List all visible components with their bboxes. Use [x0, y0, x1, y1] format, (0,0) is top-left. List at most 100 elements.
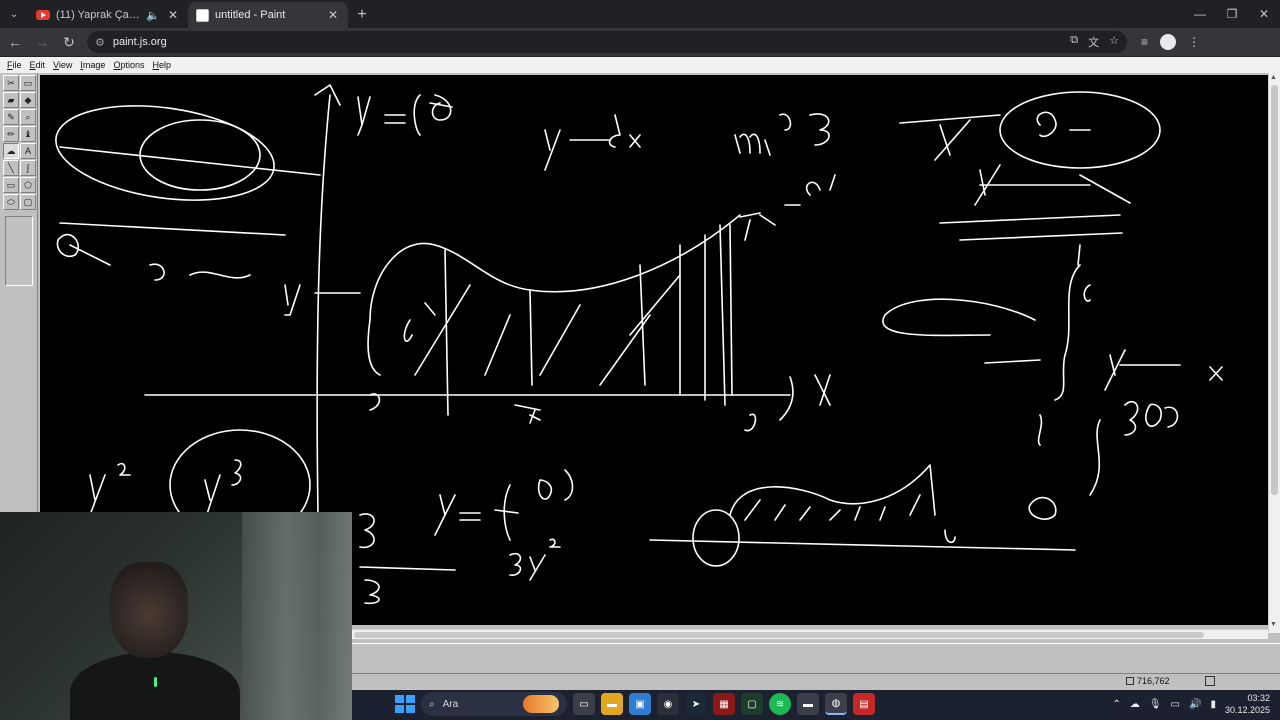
tab-search-icon[interactable]: ⌄	[0, 0, 28, 28]
media-controls-icon[interactable]: ≡	[1141, 35, 1148, 49]
menu-help[interactable]: Help	[148, 60, 175, 70]
bookmark-star-icon[interactable]: ☆	[1109, 34, 1119, 50]
back-button[interactable]: ←	[3, 30, 27, 54]
rectangle-icon[interactable]: ▭	[3, 177, 19, 193]
close-window-button[interactable]: ✕	[1248, 0, 1280, 28]
rectangle-select-icon[interactable]: ▭	[20, 75, 36, 91]
cloud-icon[interactable]: ☁	[1130, 699, 1140, 710]
system-tray: ⌃ ☁ 🎙 ▭ 🔊 ▮ 03:32 30.12.2025	[1112, 692, 1270, 716]
microphone-icon[interactable]: 🎙	[1149, 699, 1162, 710]
tab-paint[interactable]: untitled - Paint ✕	[188, 2, 348, 28]
site-info-icon[interactable]: ⚙	[95, 36, 105, 49]
clock-date: 30.12.2025	[1224, 705, 1270, 715]
sketch-stroke	[1037, 400, 1179, 496]
chevron-up-icon[interactable]: ⌃	[1112, 699, 1120, 710]
tool-options-box[interactable]	[5, 216, 33, 286]
menu-edit[interactable]: Edit	[26, 60, 50, 70]
menu-file[interactable]: File	[3, 60, 26, 70]
paint-icon	[196, 8, 209, 22]
spotify-icon[interactable]: ≋	[769, 693, 791, 715]
eraser-icon[interactable]: ▰	[3, 92, 19, 108]
sketch-stroke	[899, 111, 1131, 241]
search-highlight-image	[523, 695, 559, 713]
airbrush-icon[interactable]: ☁	[3, 143, 19, 159]
text-icon[interactable]: A	[20, 143, 36, 159]
terminal-icon[interactable]: ▢	[741, 693, 763, 715]
tab-youtube[interactable]: (11) Yaprak Çamlıca - Günah 🔈 ✕	[28, 2, 188, 28]
cursor-position-text: 716,762	[1137, 676, 1170, 686]
search-icon: ⌕	[429, 698, 435, 710]
minimize-button[interactable]: —	[1184, 0, 1216, 28]
brush-icon[interactable]: ♝	[20, 126, 36, 142]
tab-title: (11) Yaprak Çamlıca - Günah	[56, 9, 141, 21]
cursor-position: 716,762	[1126, 676, 1170, 686]
menu-options[interactable]: Options	[109, 60, 148, 70]
horizontal-scrollbar[interactable]	[352, 629, 1268, 639]
translate-icon[interactable]: 文	[1088, 34, 1099, 50]
sketch-stroke	[649, 464, 1076, 551]
address-bar[interactable]: ⚙ paint.js.org ⧉ 文 ☆	[87, 31, 1127, 53]
horizontal-scroll-thumb[interactable]	[354, 632, 1204, 638]
taskbar-search[interactable]: ⌕ Ara	[421, 692, 567, 716]
app-icon[interactable]: ▣	[629, 693, 651, 715]
menu-view[interactable]: View	[49, 60, 76, 70]
scroll-down-icon[interactable]: ▼	[1270, 621, 1277, 628]
window-controls: — ❐ ✕	[1184, 0, 1280, 28]
line-icon[interactable]: ╲	[3, 160, 19, 176]
webcam-overlay	[0, 512, 352, 720]
webcam-light	[154, 677, 157, 687]
ellipse-icon[interactable]: ⬭	[3, 194, 19, 210]
sketch-stroke	[692, 509, 740, 567]
steam-icon[interactable]: ➤	[685, 693, 707, 715]
scroll-up-icon[interactable]: ▲	[1270, 74, 1277, 81]
install-app-icon[interactable]: ⧉	[1070, 34, 1078, 50]
reload-button[interactable]: ↻	[57, 30, 81, 54]
app-icon[interactable]: ▬	[797, 693, 819, 715]
sketch-stroke	[403, 302, 436, 342]
sketch-stroke	[984, 264, 1081, 401]
sketch-stroke	[139, 119, 261, 191]
selection-size-icon	[1205, 676, 1215, 686]
search-placeholder: Ara	[442, 698, 459, 710]
sketch-stroke	[59, 222, 286, 236]
menu-image[interactable]: Image	[76, 60, 109, 70]
curve-icon[interactable]: ∫	[20, 160, 36, 176]
pencil-icon[interactable]: ✏	[3, 126, 19, 142]
webcam-person-head	[110, 562, 188, 658]
vertical-scrollbar[interactable]: ▲ ▼	[1268, 73, 1280, 633]
game-icon[interactable]: ▦	[713, 693, 735, 715]
browser-tabstrip: ⌄ (11) Yaprak Çamlıca - Günah 🔈 ✕ untitl…	[0, 0, 1280, 28]
file-explorer-icon[interactable]: ▬	[601, 693, 623, 715]
rounded-rectangle-icon[interactable]: ▢	[20, 194, 36, 210]
network-icon[interactable]: ▭	[1171, 699, 1180, 710]
close-icon[interactable]: ✕	[326, 8, 340, 22]
polygon-icon[interactable]: ⬠	[20, 177, 36, 193]
forward-button[interactable]: →	[30, 30, 54, 54]
obs-icon[interactable]: ◉	[657, 693, 679, 715]
profile-avatar[interactable]	[1160, 34, 1177, 50]
menu-kebab-icon[interactable]: ⋮	[1188, 35, 1200, 49]
clock-time: 03:32	[1247, 693, 1270, 703]
magnifier-icon[interactable]: ⌕	[20, 109, 36, 125]
new-tab-button[interactable]: +	[348, 2, 376, 28]
task-view-icon[interactable]: ▭	[573, 693, 595, 715]
app-icon[interactable]: ▤	[853, 693, 875, 715]
sketch-stroke	[1104, 349, 1223, 391]
vertical-scroll-thumb[interactable]	[1271, 85, 1278, 495]
sketch-stroke	[434, 469, 574, 541]
start-button[interactable]	[393, 693, 415, 715]
clock[interactable]: 03:32 30.12.2025	[1225, 692, 1270, 716]
pick-color-icon[interactable]: ✎	[3, 109, 19, 125]
close-icon[interactable]: ✕	[166, 8, 180, 22]
sketch-stroke	[739, 174, 836, 241]
speaker-icon[interactable]: 🔈	[146, 9, 160, 22]
sketch-stroke	[144, 376, 794, 421]
battery-icon[interactable]: ▮	[1210, 699, 1216, 710]
fill-with-color-icon[interactable]: ◆	[20, 92, 36, 108]
url-text[interactable]: paint.js.org	[113, 36, 1062, 48]
maximize-button[interactable]: ❐	[1216, 0, 1248, 28]
chrome-icon[interactable]: ◍	[825, 693, 847, 715]
free-form-select-icon[interactable]: ✂	[3, 75, 19, 91]
sketch-stroke	[734, 113, 830, 156]
volume-icon[interactable]: 🔊	[1189, 699, 1201, 710]
